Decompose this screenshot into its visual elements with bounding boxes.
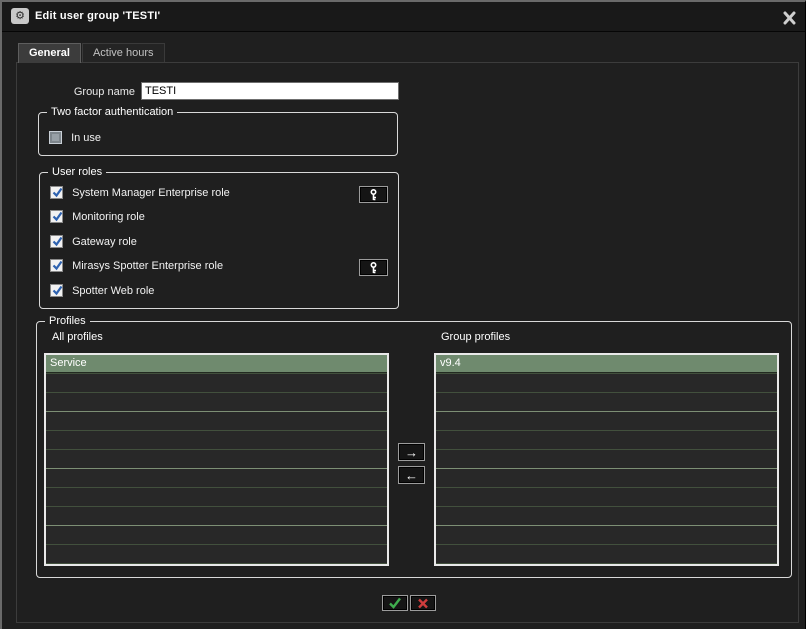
user-roles-legend: User roles (48, 165, 107, 179)
role-checkbox-spotter-enterprise[interactable] (50, 259, 63, 272)
two-factor-legend: Two factor authentication (47, 105, 178, 119)
role-label: Gateway role (72, 235, 137, 248)
move-left-button[interactable]: ← (398, 466, 425, 484)
role-label: Spotter Web role (72, 284, 155, 297)
two-factor-groupbox: Two factor authentication In use (38, 105, 398, 156)
role-label: System Manager Enterprise role (72, 186, 230, 199)
all-profiles-list[interactable]: Service (44, 353, 389, 566)
group-name-input[interactable] (141, 82, 399, 100)
profiles-groupbox: Profiles All profiles Service Group prof… (36, 314, 792, 578)
user-roles-groupbox: User roles System Manager Enterprise rol… (39, 165, 399, 309)
arrow-left-icon: ← (405, 467, 418, 483)
ok-button[interactable] (382, 595, 408, 611)
group-profiles-label: Group profiles (441, 331, 511, 343)
tab-strip: General Active hours (18, 43, 166, 63)
arrow-right-icon: → (405, 444, 418, 460)
all-profiles-label: All profiles (52, 331, 103, 343)
in-use-checkbox[interactable] (49, 131, 62, 144)
list-item[interactable]: v9.4 (436, 355, 777, 373)
key-icon (369, 188, 378, 201)
check-icon (388, 597, 402, 609)
group-name-label: Group name (73, 86, 135, 98)
x-icon (417, 598, 429, 609)
move-right-button[interactable]: → (398, 443, 425, 461)
tab-general[interactable]: General (18, 43, 81, 63)
role-label: Mirasys Spotter Enterprise role (72, 259, 224, 272)
general-tab-panel: Group name Two factor authentication In … (16, 62, 799, 623)
role-checkbox-monitoring[interactable] (50, 210, 63, 223)
window-title: Edit user group 'TESTI' (35, 10, 161, 22)
close-icon[interactable] (782, 11, 797, 25)
role-key-button-system-manager[interactable] (359, 186, 388, 203)
group-profiles-list[interactable]: v9.4 (434, 353, 779, 566)
list-item[interactable]: Service (46, 355, 387, 373)
role-checkbox-gateway[interactable] (50, 235, 63, 248)
tab-active-hours[interactable]: Active hours (81, 43, 165, 63)
role-checkbox-spotter-web[interactable] (50, 284, 63, 297)
key-icon (369, 261, 378, 274)
edit-user-group-dialog: ⚙ Edit user group 'TESTI' General Active… (0, 0, 806, 629)
role-label: Monitoring role (72, 210, 145, 223)
gear-icon: ⚙ (11, 8, 29, 24)
profiles-legend: Profiles (45, 314, 90, 328)
role-checkbox-system-manager[interactable] (50, 186, 63, 199)
role-key-button-spotter-enterprise[interactable] (359, 259, 388, 276)
in-use-label: In use (71, 131, 102, 144)
window-titlebar: ⚙ Edit user group 'TESTI' (2, 2, 805, 32)
cancel-button[interactable] (410, 595, 436, 611)
